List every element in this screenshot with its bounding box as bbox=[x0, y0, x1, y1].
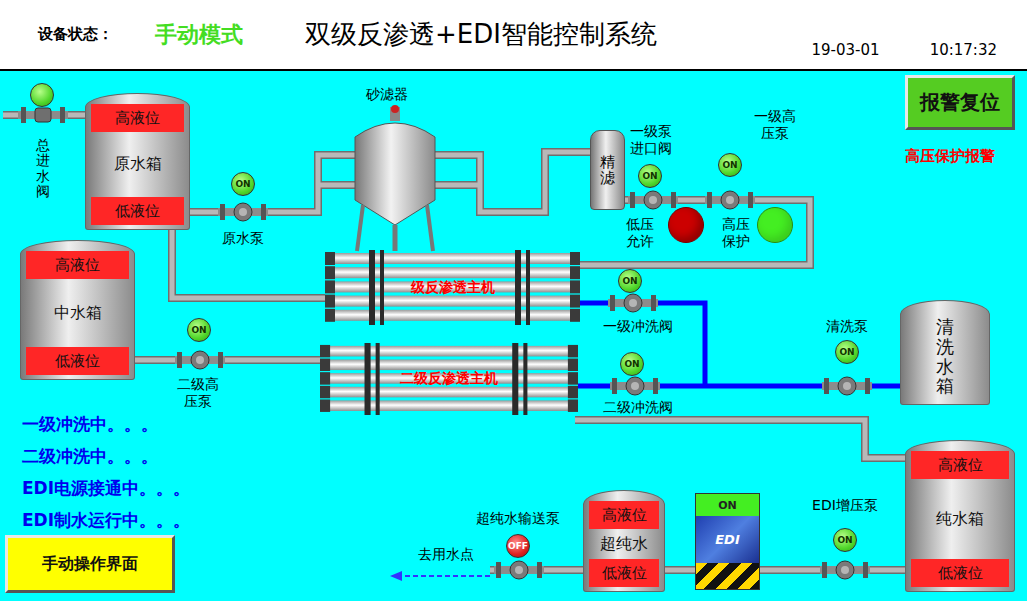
sand-filter-icon bbox=[345, 105, 445, 255]
device-label: 原水泵 bbox=[214, 230, 272, 247]
ro-unit: 级反渗透主机 bbox=[325, 250, 580, 325]
pump-icon bbox=[705, 190, 755, 210]
inlet-valve-label: 总进水阀 bbox=[36, 138, 50, 200]
edi-module: ONEDI bbox=[695, 493, 760, 590]
date-text: 19-03-01 bbox=[812, 41, 880, 69]
system-title: 双级反渗透+EDI智能控制系统 bbox=[305, 17, 657, 52]
low-level-indicator: 低液位 bbox=[911, 559, 1009, 587]
high-level-indicator: 高液位 bbox=[26, 251, 129, 279]
ro-unit-label: 二级反渗透主机 bbox=[400, 370, 498, 388]
device-indicator[interactable]: OFF bbox=[506, 534, 530, 558]
status-lamp bbox=[668, 207, 704, 243]
device-indicator[interactable]: ON bbox=[718, 153, 742, 177]
hmi-screen: 设备状态： 手动模式 双级反渗透+EDI智能控制系统 19-03-01 10:17:32… bbox=[0, 0, 1027, 601]
valve-icon bbox=[18, 105, 68, 125]
status-message: 二级冲洗中。。。 bbox=[22, 445, 190, 468]
lamp-label: 低压允许 bbox=[626, 216, 654, 250]
pump-icon bbox=[608, 293, 658, 313]
device-label: 超纯水输送泵 bbox=[470, 510, 566, 527]
pump-icon bbox=[820, 560, 870, 580]
pump-icon bbox=[610, 376, 660, 396]
status-message: 一级冲洗中。。。 bbox=[22, 413, 190, 436]
tank-name: 中水箱 bbox=[26, 303, 129, 324]
device-label: 清洗泵 bbox=[815, 318, 879, 335]
low-level-indicator: 低液位 bbox=[26, 347, 129, 375]
low-level-indicator: 低液位 bbox=[91, 197, 184, 225]
water-tank: 高液位中水箱低液位 bbox=[20, 240, 135, 380]
pump-icon bbox=[175, 350, 225, 370]
device-label: 一级泵进口阀 bbox=[628, 123, 674, 157]
status-messages: 一级冲洗中。。。二级冲洗中。。。 EDI电源接通中。。。 EDI制水运行中。。。 bbox=[22, 413, 190, 532]
status-lamp bbox=[757, 207, 793, 243]
status-message: EDI电源接通中。。。 bbox=[22, 477, 190, 500]
device-label: EDI增压泵 bbox=[800, 497, 890, 514]
time-text: 10:17:32 bbox=[930, 41, 997, 69]
pump-icon bbox=[628, 190, 678, 210]
tank-name: 原水箱 bbox=[91, 154, 184, 175]
device-indicator[interactable]: ON bbox=[231, 172, 255, 196]
tank-name: 超纯水 bbox=[589, 534, 659, 555]
tank-name: 清洗水箱 bbox=[936, 317, 954, 396]
pump-icon bbox=[494, 560, 544, 580]
water-tank: 高液位超纯水低液位 bbox=[583, 490, 665, 592]
high-level-indicator: 高液位 bbox=[589, 501, 659, 529]
ro-unit: 二级反渗透主机 bbox=[320, 343, 578, 415]
lamp-label: 高压保护 bbox=[722, 216, 750, 250]
sand-filter-label: 砂滤器 bbox=[366, 86, 408, 104]
fine-filter: 精滤 bbox=[590, 130, 625, 210]
device-indicator[interactable]: ON bbox=[620, 352, 644, 376]
high-level-indicator: 高液位 bbox=[91, 104, 184, 132]
arrow-head-icon bbox=[390, 571, 402, 581]
device-indicator[interactable]: ON bbox=[187, 318, 211, 342]
manual-screen-button[interactable]: 手动操作界面 bbox=[5, 535, 175, 593]
pump-icon bbox=[822, 376, 872, 396]
fine-filter-label: 精滤 bbox=[600, 154, 615, 187]
device-label: 一级冲洗阀 bbox=[598, 318, 678, 335]
mode-text: 手动模式 bbox=[155, 20, 243, 50]
device-label: 一级高压泵 bbox=[752, 108, 798, 142]
device-label: 二级冲洗阀 bbox=[598, 399, 678, 416]
device-indicator[interactable]: ON bbox=[835, 340, 859, 364]
high-level-indicator: 高液位 bbox=[911, 451, 1009, 479]
outlet-arrow-icon bbox=[396, 575, 490, 577]
low-level-indicator: 低液位 bbox=[589, 559, 659, 587]
device-indicator[interactable]: ON bbox=[833, 528, 857, 552]
water-tank: 高液位纯水箱低液位 bbox=[905, 440, 1015, 592]
process-canvas: 总进水阀砂滤器精滤高液位原水箱低液位高液位中水箱低液位高液位纯水箱低液位高液位超… bbox=[0, 71, 1027, 601]
hazard-stripes-icon bbox=[696, 563, 759, 589]
status-label: 设备状态： bbox=[38, 25, 113, 44]
header-bar: 设备状态： 手动模式 双级反渗透+EDI智能控制系统 19-03-01 10:17:32 bbox=[0, 0, 1027, 71]
outlet-label: 去用水点 bbox=[418, 546, 474, 564]
edi-label: EDI bbox=[696, 516, 759, 563]
device-label: 二级高压泵 bbox=[174, 376, 222, 410]
ro-unit-label: 级反渗透主机 bbox=[411, 279, 495, 297]
pump-icon bbox=[218, 202, 268, 222]
water-tank: 清洗水箱 bbox=[900, 300, 990, 405]
alarm-reset-button[interactable]: 报警复位 bbox=[905, 75, 1015, 130]
tank-name: 纯水箱 bbox=[911, 509, 1009, 530]
edi-state[interactable]: ON bbox=[696, 494, 759, 516]
alarm-text: 高压保护报警 bbox=[885, 147, 1015, 166]
water-tank: 高液位原水箱低液位 bbox=[85, 93, 190, 230]
device-indicator[interactable]: ON bbox=[638, 164, 662, 188]
status-message: EDI制水运行中。。。 bbox=[22, 509, 190, 532]
inlet-valve-indicator[interactable] bbox=[30, 83, 54, 107]
device-indicator[interactable]: ON bbox=[618, 269, 642, 293]
